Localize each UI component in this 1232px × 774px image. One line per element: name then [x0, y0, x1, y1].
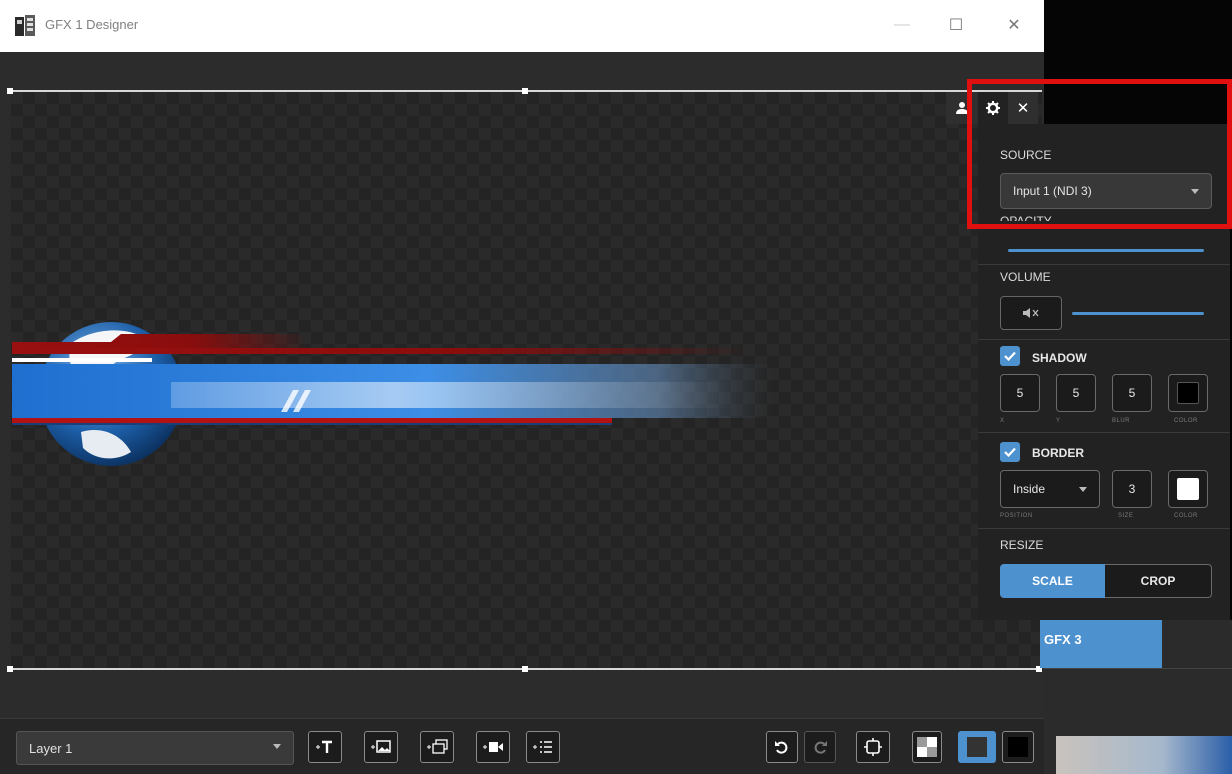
add-video-button[interactable] — [476, 731, 510, 763]
resize-handle-top-left[interactable] — [7, 88, 13, 94]
bottom-toolbar: Layer 1 — [0, 718, 1044, 774]
black-square-icon — [1008, 737, 1028, 757]
layer-select[interactable]: Layer 1 — [16, 731, 294, 765]
scale-button[interactable]: SCALE — [1000, 564, 1105, 598]
add-image-button[interactable] — [364, 731, 398, 763]
divider — [978, 339, 1230, 340]
divider — [978, 432, 1230, 433]
border-color-sublabel: COLOR — [1174, 513, 1198, 519]
close-icon: ✕ — [1016, 100, 1030, 117]
checkmark-icon — [1004, 447, 1016, 457]
shadow-blur-field[interactable]: 5 — [1112, 374, 1152, 412]
background-thumbnail[interactable] — [1056, 736, 1232, 774]
fit-canvas-button[interactable] — [856, 731, 890, 763]
crop-button[interactable]: CROP — [1105, 564, 1212, 598]
lower-third-graphic[interactable] — [11, 302, 791, 502]
designer-window: GFX 1 Designer — ☐ ✕ Layer 1 — [0, 0, 1044, 774]
shadow-x-sublabel: X — [1000, 418, 1005, 424]
shadow-color-picker[interactable] — [1168, 374, 1208, 412]
user-tab[interactable] — [946, 92, 978, 124]
canvas-top-margin — [0, 52, 1044, 88]
border-color-swatch — [1177, 478, 1199, 500]
shadow-label: SHADOW — [1032, 351, 1087, 365]
add-list-icon — [533, 741, 552, 753]
app-icon — [15, 15, 35, 36]
background-transparent-button[interactable] — [912, 731, 942, 763]
border-color-picker[interactable] — [1168, 470, 1208, 508]
mute-button[interactable] — [1000, 296, 1062, 330]
source-label: SOURCE — [1000, 148, 1052, 162]
chevron-down-icon — [1079, 487, 1087, 492]
source-select-value: Input 1 (NDI 3) — [1013, 184, 1092, 198]
shadow-y-sublabel: Y — [1056, 418, 1061, 424]
border-position-sublabel: POSITION — [1000, 513, 1033, 519]
border-position-value: Inside — [1013, 482, 1046, 496]
border-label: BORDER — [1032, 446, 1085, 460]
add-list-button[interactable] — [526, 731, 560, 763]
opacity-slider[interactable] — [1008, 249, 1204, 252]
close-popup-button[interactable]: ✕ — [1008, 92, 1038, 124]
design-canvas[interactable] — [7, 88, 1042, 672]
divider — [978, 264, 1230, 265]
add-text-icon — [316, 740, 332, 753]
close-window-button[interactable]: ✕ — [994, 10, 1034, 40]
dark-square-icon — [967, 737, 987, 757]
add-video-icon — [483, 742, 503, 752]
background-dark-button[interactable] — [958, 731, 996, 763]
user-icon — [956, 102, 968, 114]
checkerboard-icon — [917, 737, 937, 757]
border-position-select[interactable]: Inside — [1000, 470, 1100, 508]
layer-select-value: Layer 1 — [29, 740, 73, 756]
gfx3-tile[interactable]: GFX 3 — [1040, 618, 1162, 668]
shadow-color-swatch — [1177, 382, 1199, 404]
undo-button[interactable] — [766, 731, 798, 763]
title-bar: GFX 1 Designer — ☐ ✕ — [0, 0, 1044, 52]
resize-handle-top-center[interactable] — [522, 88, 528, 94]
muted-speaker-icon — [1023, 308, 1039, 318]
shadow-x-field[interactable]: 5 — [1000, 374, 1040, 412]
add-slideshow-button[interactable] — [420, 731, 454, 763]
opacity-label: OPACITY — [1000, 214, 1052, 228]
settings-tab[interactable] — [978, 92, 1008, 124]
source-select[interactable]: Input 1 (NDI 3) — [1000, 173, 1212, 209]
border-checkbox[interactable] — [1000, 442, 1020, 462]
popup-tab-bar: ✕ — [946, 92, 1038, 124]
background-divider — [1044, 668, 1232, 669]
shadow-blur-sublabel: BLUR — [1112, 418, 1131, 424]
shadow-checkbox[interactable] — [1000, 346, 1020, 366]
chevron-down-icon — [273, 744, 281, 749]
divider — [978, 528, 1230, 529]
border-size-field[interactable]: 3 — [1112, 470, 1152, 508]
undo-icon — [775, 741, 788, 754]
fit-canvas-icon — [864, 738, 882, 756]
redo-icon — [814, 741, 827, 754]
volume-label: VOLUME — [1000, 270, 1051, 284]
add-text-button[interactable] — [308, 731, 342, 763]
background-black-button[interactable] — [1002, 731, 1034, 763]
add-slideshow-icon — [427, 739, 448, 754]
maximize-button[interactable]: ☐ — [936, 10, 976, 40]
add-image-icon — [371, 740, 391, 753]
volume-slider[interactable] — [1072, 312, 1204, 315]
settings-panel: SOURCE Input 1 (NDI 3) OPACITY VOLUME SH… — [978, 124, 1230, 620]
gear-icon — [986, 101, 1000, 115]
minimize-button[interactable]: — — [882, 10, 922, 40]
shadow-color-sublabel: COLOR — [1174, 418, 1198, 424]
redo-button[interactable] — [804, 731, 836, 763]
checkmark-icon — [1004, 351, 1016, 361]
shadow-y-field[interactable]: 5 — [1056, 374, 1096, 412]
resize-label: RESIZE — [1000, 538, 1044, 552]
chevron-down-icon — [1191, 189, 1199, 194]
window-title: GFX 1 Designer — [45, 17, 139, 32]
border-size-sublabel: SIZE — [1118, 513, 1134, 519]
canvas-bottom-margin — [0, 672, 1044, 718]
